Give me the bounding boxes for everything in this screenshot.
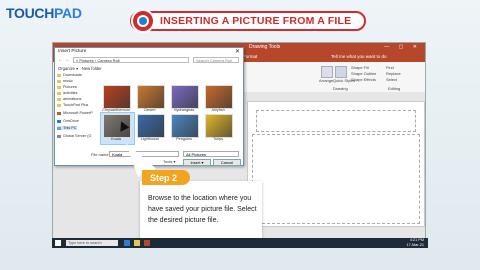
page-title: INSERTING A PICTURE FROM A FILE — [160, 15, 352, 27]
nav-item-powerpoint[interactable]: Microsoft PowerP — [57, 111, 93, 115]
thumb-label-penguins: Penguins — [176, 137, 192, 141]
file-name-input[interactable]: Koala — [109, 151, 179, 157]
powerpoint-icon[interactable] — [144, 240, 150, 246]
ppt-window-title: Drawing Tools — [249, 44, 281, 50]
clock: 4:21 PM 17-Mar-21 — [406, 238, 424, 247]
nav-item-music[interactable]: music — [57, 79, 73, 83]
thumb-penguins[interactable] — [171, 114, 199, 138]
thumb-label-desert: Desert — [144, 108, 156, 112]
nav-item-this-pc[interactable]: This PC — [57, 126, 77, 130]
shape-fill[interactable]: Shape Fill — [351, 65, 369, 70]
drawing-group-label: Drawing — [333, 86, 348, 91]
insert-picture-dialog: Insert Picture ✕ ← → « Pictures › Camera… — [54, 47, 244, 166]
thumb-chrysanthemum[interactable] — [103, 85, 131, 109]
thumb-label-tulips: Tulips — [213, 137, 223, 141]
close-icon[interactable]: ✕ — [235, 48, 240, 55]
content-placeholder[interactable] — [252, 134, 420, 224]
thumb-tulips[interactable] — [205, 114, 233, 138]
edge-icon[interactable] — [124, 240, 130, 246]
arrange-icon[interactable] — [321, 66, 333, 78]
thumb-label-hydrangeas: Hydrangeas — [173, 108, 195, 112]
navigation-pane: Downloads music Pictures activities anim… — [57, 73, 93, 149]
thumb-label-chrysanthemum: Chrysanthemum — [102, 108, 130, 112]
search-input[interactable]: Search Camera Roll — [193, 57, 239, 63]
windows-taskbar: Type here to search 4:21 PM 17-Mar-21 — [52, 238, 428, 248]
insert-button[interactable]: Insert ▾ — [183, 159, 211, 166]
thumb-label-lighthouse: Lighthouse — [140, 137, 160, 141]
new-folder-button[interactable]: New folder — [82, 66, 102, 71]
window-controls[interactable]: — ▢ ✕ — [384, 44, 421, 50]
address-bar[interactable]: « Pictures › Camera Roll — [73, 57, 189, 63]
nav-item-global-server[interactable]: Global Server (G — [57, 134, 92, 138]
nav-item-pictures[interactable]: Pictures — [57, 85, 77, 89]
nav-item-animations[interactable]: animations — [57, 97, 81, 101]
slide-canvas[interactable] — [247, 101, 425, 227]
dialog-title: Insert Picture — [58, 49, 87, 54]
thumb-hydrangeas[interactable] — [171, 85, 199, 109]
tell-me-box[interactable]: Tell me what you want to do — [331, 54, 387, 59]
file-explorer-icon[interactable] — [134, 240, 140, 246]
thumb-label-koala: Koala — [111, 137, 121, 141]
thumb-lighthouse[interactable] — [137, 114, 165, 138]
file-name-label: File name: — [91, 152, 110, 157]
title-placeholder[interactable] — [256, 110, 416, 132]
editing-group-label: Editing — [388, 86, 401, 91]
quick-styles-icon[interactable] — [335, 66, 347, 78]
step-instructions: Browse to the location where you have sa… — [148, 195, 257, 224]
tab-format[interactable]: Format — [243, 54, 257, 59]
tools-button[interactable]: Tools ▾ — [163, 159, 175, 164]
step-label: Step 2 — [150, 173, 178, 183]
organize-button[interactable]: Organize ▾ — [58, 66, 78, 71]
replace-button[interactable]: Replace — [386, 71, 401, 76]
nav-item-touchpad-plus[interactable]: TouchPad Plus — [57, 103, 88, 107]
touchpad-logo: TOUCHPAD — [6, 5, 82, 21]
select-button[interactable]: Select — [386, 77, 397, 82]
arrange-label: Arrange — [319, 78, 334, 83]
nav-item-activities[interactable]: activities — [57, 91, 78, 95]
shape-effects[interactable]: Shape Effects — [351, 77, 376, 82]
thumb-jellyfish[interactable] — [205, 85, 233, 109]
windows-start-icon[interactable] — [55, 240, 61, 246]
back-forward-icon[interactable]: ← → — [58, 57, 69, 63]
nav-item-downloads[interactable]: Downloads — [57, 73, 82, 77]
file-type-select[interactable]: All Pictures — [183, 151, 239, 157]
dialog-toolbar: Organize ▾ New folder — [58, 66, 102, 71]
thumb-desert[interactable] — [137, 85, 165, 109]
shape-outline[interactable]: Shape Outline — [351, 71, 376, 76]
cancel-button[interactable]: Cancel — [213, 159, 241, 166]
thumb-label-jellyfish: Jellyfish — [211, 108, 225, 112]
powerpoint-badge-icon — [131, 9, 155, 33]
find-button[interactable]: Find — [386, 65, 394, 70]
taskbar-search[interactable]: Type here to search — [66, 240, 118, 246]
nav-item-onedrive[interactable]: OneDrive — [57, 119, 79, 123]
